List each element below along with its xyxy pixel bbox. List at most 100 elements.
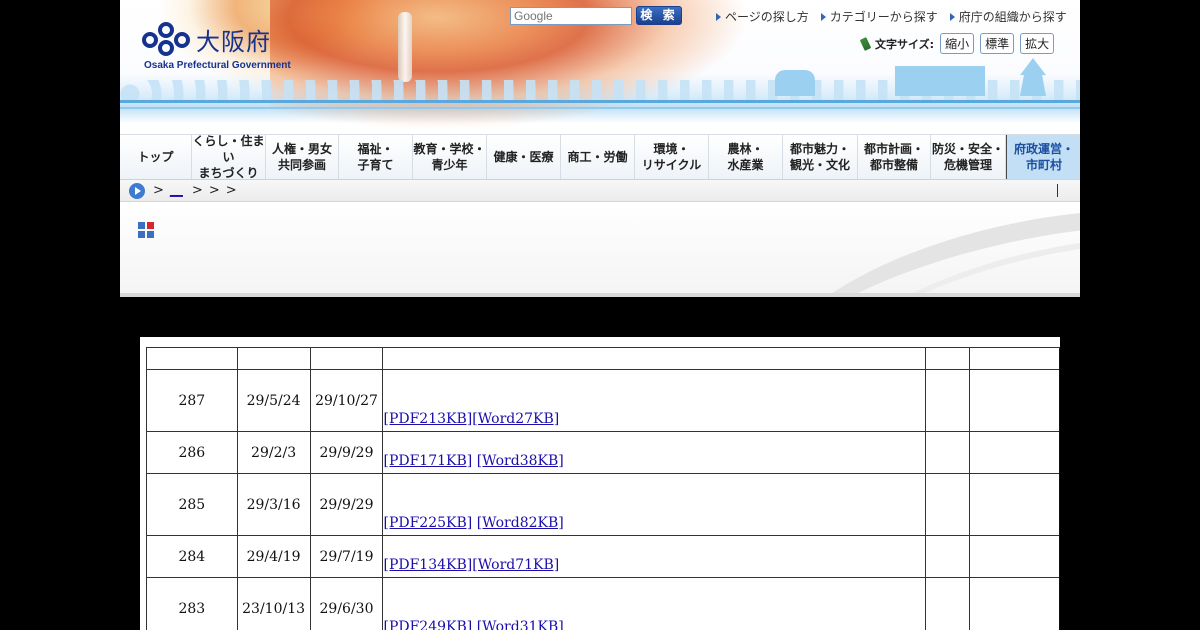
cell-number: 284 xyxy=(146,535,238,578)
nav-item-6[interactable]: 商工・労働 xyxy=(561,135,635,179)
link-label: ページの探し方 xyxy=(725,10,809,24)
pdf-download-link[interactable]: [PDF249KB] xyxy=(383,619,472,630)
word-download-link[interactable]: [Word27KB] xyxy=(472,411,559,427)
logo-text-ja: 大阪府 xyxy=(196,28,271,56)
nav-item-4[interactable]: 教育・学校・ 青少年 xyxy=(413,135,487,179)
header-stripe xyxy=(120,100,1080,103)
cell-date-received: 29/5/24 xyxy=(236,369,311,432)
search-button[interactable]: 検 索 xyxy=(636,6,682,25)
pdf-download-link[interactable]: [PDF213KB] xyxy=(383,411,472,427)
breadcrumb-divider xyxy=(1057,184,1058,197)
table-row: 286 29/2/3 29/9/29 [PDF171KB] [Word38KB] xyxy=(146,431,1060,474)
nav-item-5[interactable]: 健康・医療 xyxy=(487,135,561,179)
table-header-cell xyxy=(969,347,1060,370)
link-how-to-find[interactable]: ページの探し方 xyxy=(716,8,809,25)
cell-number: 285 xyxy=(146,473,238,536)
cell-date-received: 23/10/13 xyxy=(236,577,311,630)
word-download-link[interactable]: [Word31KB] xyxy=(477,619,564,630)
main-content: 287 29/5/24 29/10/27 [PDF213KB][Word27KB] 28… xyxy=(140,337,1060,630)
cell-date-issued: 29/7/19 xyxy=(309,535,384,578)
nav-item-9[interactable]: 都市魅力・ 観光・文化 xyxy=(783,135,858,179)
font-size-standard-button[interactable]: 標準 xyxy=(980,33,1015,54)
table-header-cell xyxy=(924,347,971,370)
osaka-logo-icon xyxy=(142,22,194,58)
page-title-area xyxy=(120,202,1080,297)
nav-item-2[interactable]: 人権・男女 共同参画 xyxy=(266,135,339,179)
link-by-category[interactable]: カテゴリーから探す xyxy=(820,8,938,25)
nav-item-11[interactable]: 防災・安全・ 危機管理 xyxy=(931,135,1006,179)
breadcrumb-separator: > xyxy=(208,183,220,198)
breadcrumb-separator: > xyxy=(191,183,203,198)
cell-files: [PDF171KB] [Word38KB] xyxy=(382,431,926,474)
table-header-cell xyxy=(236,347,311,370)
cell-number: 283 xyxy=(146,577,238,630)
report-table: 287 29/5/24 29/10/27 [PDF213KB][Word27KB] 28… xyxy=(146,347,1060,630)
breadcrumb-link[interactable]: __ xyxy=(170,183,186,198)
cell-empty xyxy=(969,431,1060,474)
table-header-cell xyxy=(309,347,384,370)
cell-date-received: 29/4/19 xyxy=(236,535,311,578)
link-label: カテゴリーから探す xyxy=(829,10,938,24)
cell-files: [PDF249KB] [Word31KB] xyxy=(382,577,926,630)
nav-item-8[interactable]: 農林・ 水産業 xyxy=(709,135,783,179)
cell-number: 286 xyxy=(146,431,238,474)
cell-empty xyxy=(924,535,971,578)
pdf-download-link[interactable]: [PDF171KB] xyxy=(383,453,472,469)
utility-links: ページの探し方 カテゴリーから探す 府庁の組織から探す xyxy=(716,8,1067,25)
cell-date-issued: 29/9/29 xyxy=(309,473,384,536)
breadcrumb-separator: > xyxy=(153,183,164,198)
cell-empty xyxy=(969,577,1060,630)
title-blocks-icon xyxy=(138,222,154,238)
font-size-larger-button[interactable]: 拡大 xyxy=(1020,33,1055,54)
font-size-smaller-button[interactable]: 縮小 xyxy=(940,33,975,54)
cell-empty xyxy=(969,535,1060,578)
breadcrumb: > __ > > > xyxy=(120,180,1080,202)
font-size-control: 文字サイズ: 縮小 標準 拡大 xyxy=(859,33,1055,54)
table-shadow xyxy=(1059,349,1060,630)
word-download-link[interactable]: [Word82KB] xyxy=(477,515,564,531)
nav-item-0[interactable]: トップ xyxy=(120,135,192,179)
cell-empty xyxy=(969,473,1060,536)
cell-files: [PDF213KB][Word27KB] xyxy=(382,369,926,432)
cell-files: [PDF134KB][Word71KB] xyxy=(382,535,926,578)
title-area-bottom-border xyxy=(120,293,1080,297)
triangle-right-icon xyxy=(716,12,721,21)
cell-empty xyxy=(924,473,971,536)
cell-date-received: 29/2/3 xyxy=(236,431,311,474)
nav-item-10[interactable]: 都市計画・ 都市整備 xyxy=(858,135,931,179)
nav-item-3[interactable]: 福祉・ 子育て xyxy=(339,135,413,179)
logo-text-en: Osaka Prefectural Government xyxy=(144,60,291,71)
cell-date-issued: 29/9/29 xyxy=(309,431,384,474)
link-label: 府庁の組織から探す xyxy=(958,10,1067,24)
font-size-label: 文字サイズ: xyxy=(875,37,935,51)
global-nav: トップ くらし・住まい まちづくり 人権・男女 共同参画 福祉・ 子育て 教育・学校・ … xyxy=(120,134,1080,180)
nav-item-7[interactable]: 環境・ リサイクル xyxy=(635,135,709,179)
triangle-right-icon xyxy=(949,12,955,21)
cell-files: [PDF225KB] [Word82KB] xyxy=(382,473,926,536)
word-download-link[interactable]: [Word71KB] xyxy=(472,557,559,573)
building-silhouette-hall xyxy=(775,70,815,96)
link-by-organization[interactable]: 府庁の組織から探す xyxy=(949,8,1067,25)
nav-item-1[interactable]: くらし・住まい まちづくり xyxy=(192,134,266,180)
cell-empty xyxy=(969,369,1060,432)
cell-number: 287 xyxy=(146,369,238,432)
table-row: 285 29/3/16 29/9/29 [PDF225KB] [Word82KB] xyxy=(146,473,1060,536)
nav-item-12[interactable]: 府政運営・ 市町村 xyxy=(1006,135,1080,179)
table-header-cell xyxy=(382,347,926,370)
table-header-cell xyxy=(146,347,238,370)
cell-empty xyxy=(924,431,971,474)
site-logo[interactable]: 大阪府 Osaka Prefectural Government xyxy=(142,18,291,74)
cell-date-received: 29/3/16 xyxy=(236,473,311,536)
triangle-right-icon xyxy=(820,12,826,21)
table-row: 284 29/4/19 29/7/19 [PDF134KB][Word71KB] xyxy=(146,535,1060,578)
header-photo-waterfall xyxy=(398,12,412,82)
pdf-download-link[interactable]: [PDF225KB] xyxy=(383,515,472,531)
word-download-link[interactable]: [Word38KB] xyxy=(477,453,564,469)
cell-empty xyxy=(924,369,971,432)
header-stripe-thin xyxy=(120,107,1080,109)
search-input[interactable] xyxy=(510,7,632,25)
pdf-download-link[interactable]: [PDF134KB] xyxy=(383,557,472,573)
cell-empty xyxy=(924,577,971,630)
building-silhouette-office xyxy=(895,66,985,96)
table-header-row xyxy=(146,347,1060,370)
